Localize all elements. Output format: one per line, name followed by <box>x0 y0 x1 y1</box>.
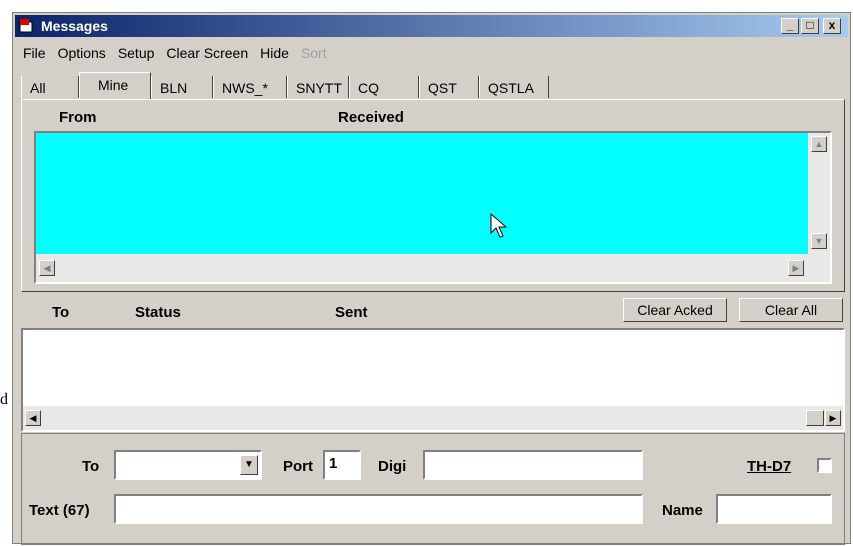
tab-mine[interactable]: Mine <box>79 72 151 99</box>
clear-acked-button[interactable]: Clear Acked <box>623 298 727 322</box>
sent-horizontal-scrollbar[interactable]: ◀ ▶ <box>23 406 843 430</box>
clear-all-button[interactable]: Clear All <box>739 298 843 322</box>
tab-snytt[interactable]: SNYTT <box>287 76 349 98</box>
thd7-checkbox[interactable] <box>817 458 832 473</box>
messages-window: Messages _ □ x File Options Setup Clear Scr… <box>12 12 851 545</box>
minimize-button[interactable]: _ <box>781 18 799 34</box>
sent-scroll-right-icon[interactable]: ▶ <box>825 410 841 426</box>
menu-hide[interactable]: Hide <box>254 41 295 61</box>
vertical-scrollbar[interactable]: ▲ ▼ <box>808 133 830 254</box>
name-label: Name <box>662 502 703 519</box>
tab-cq[interactable]: CQ <box>349 76 419 98</box>
menu-bar: File Options Setup Clear Screen Hide Sort <box>17 41 333 61</box>
close-button[interactable]: x <box>823 18 841 34</box>
to-combobox[interactable]: ▼ <box>114 450 262 480</box>
scroll-down-icon[interactable]: ▼ <box>811 233 827 249</box>
menu-setup[interactable]: Setup <box>112 41 161 61</box>
scroll-up-icon[interactable]: ▲ <box>811 136 827 152</box>
col-from[interactable]: From <box>59 109 97 126</box>
title-bar[interactable]: Messages _ □ x <box>15 15 848 37</box>
text-label: Text (67) <box>29 502 90 519</box>
horizontal-scrollbar[interactable]: ◀ ▶ <box>36 254 830 282</box>
stray-text: d <box>0 391 8 408</box>
digi-field[interactable] <box>423 450 643 480</box>
tab-nws[interactable]: NWS_* <box>213 76 287 98</box>
maximize-button[interactable]: □ <box>801 18 819 34</box>
col-to[interactable]: To <box>52 304 69 321</box>
scroll-left-icon[interactable]: ◀ <box>39 260 55 276</box>
col-sent[interactable]: Sent <box>335 304 368 321</box>
mouse-cursor-icon <box>490 213 508 238</box>
menu-clear-screen[interactable]: Clear Screen <box>160 41 254 61</box>
compose-group: To ▼ Port 1 Digi TH-D7 Text (67) Name <box>21 433 845 545</box>
tab-bln[interactable]: BLN <box>151 76 213 98</box>
to-label: To <box>82 458 100 475</box>
menu-sort: Sort <box>300 45 327 61</box>
tab-all[interactable]: All <box>21 76 79 98</box>
tab-qstla[interactable]: QSTLA <box>479 76 549 98</box>
text-field[interactable] <box>114 494 643 524</box>
received-panel: From Received ▲ ▼ ◀ ▶ <box>21 99 845 292</box>
port-label: Port <box>283 458 313 475</box>
chevron-down-icon[interactable]: ▼ <box>240 455 258 475</box>
sent-list[interactable]: ◀ ▶ <box>21 328 845 432</box>
sent-scroll-left-icon[interactable]: ◀ <box>25 410 41 426</box>
digi-label: Digi <box>378 458 407 475</box>
col-received[interactable]: Received <box>338 109 404 126</box>
app-icon <box>19 18 33 33</box>
port-field[interactable]: 1 <box>323 450 361 480</box>
col-status[interactable]: Status <box>135 304 181 321</box>
tab-qst[interactable]: QST <box>419 76 479 98</box>
thd7-label: TH-D7 <box>747 458 792 475</box>
received-list-area[interactable] <box>36 133 808 254</box>
menu-options[interactable]: Options <box>52 41 112 61</box>
sent-scroll-thumb[interactable] <box>806 410 824 426</box>
name-field[interactable] <box>716 494 832 524</box>
window-title: Messages <box>41 18 108 34</box>
menu-file[interactable]: File <box>17 41 52 61</box>
received-list[interactable]: ▲ ▼ ◀ ▶ <box>34 131 832 284</box>
scroll-right-icon[interactable]: ▶ <box>788 260 804 276</box>
